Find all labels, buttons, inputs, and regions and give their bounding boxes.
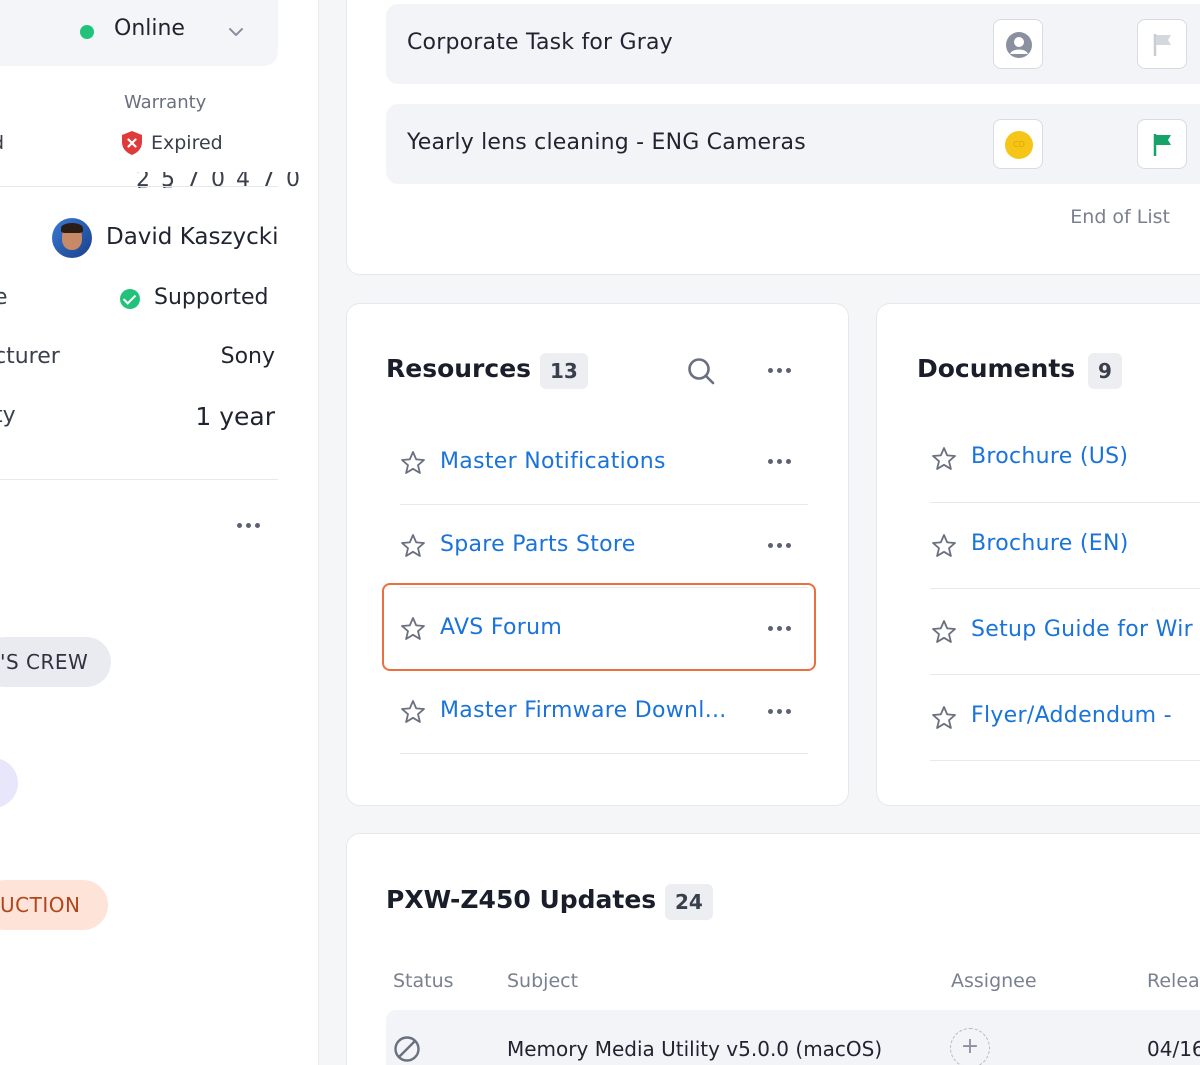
more-options-icon[interactable] <box>237 523 260 528</box>
update-subject[interactable]: Memory Media Utility v5.0.0 (macOS) <box>507 1037 882 1061</box>
resource-link[interactable]: Master Firmware Downl... <box>440 698 727 723</box>
divider <box>0 186 278 187</box>
star-icon[interactable] <box>931 705 957 731</box>
update-release-date: 04/16 <box>1147 1037 1200 1061</box>
column-header-assignee[interactable]: Assignee <box>951 970 1037 992</box>
document-link[interactable]: Brochure (EN) <box>971 531 1129 556</box>
updates-count-badge: 24 <box>665 884 713 920</box>
resources-more-icon[interactable] <box>768 368 791 373</box>
flag-outline-icon <box>1153 34 1171 56</box>
tag-label: UCTION <box>0 893 81 917</box>
documents-count-badge: 9 <box>1088 353 1122 389</box>
clipped-field-value: d <box>0 132 4 154</box>
item-more-icon[interactable] <box>768 459 791 464</box>
search-icon[interactable] <box>686 356 716 386</box>
star-icon[interactable] <box>400 699 426 725</box>
document-link[interactable]: Brochure (US) <box>971 444 1128 469</box>
manufacturer-label: cturer <box>0 344 60 369</box>
column-header-release[interactable]: Relea <box>1147 970 1200 992</box>
tag-pill[interactable] <box>0 758 18 808</box>
avatar <box>52 218 92 258</box>
document-link[interactable]: Flyer/Addendum - <box>971 703 1172 728</box>
owner-name[interactable]: David Kaszycki <box>106 224 279 250</box>
resources-count-badge: 13 <box>540 353 588 389</box>
flag-button[interactable] <box>1137 19 1187 69</box>
resources-title: Resources <box>386 354 532 383</box>
column-header-status[interactable]: Status <box>393 970 454 992</box>
star-icon[interactable] <box>931 533 957 559</box>
star-icon[interactable] <box>931 619 957 645</box>
add-assignee-icon[interactable]: + <box>950 1028 990 1065</box>
resource-link[interactable]: Master Notifications <box>440 449 666 474</box>
divider <box>0 479 278 480</box>
assignee-button[interactable]: CD <box>993 119 1043 169</box>
item-more-icon[interactable] <box>768 543 791 548</box>
assignee-button[interactable] <box>993 19 1043 69</box>
tag-label: 'S CREW <box>0 650 89 674</box>
resource-link[interactable]: Spare Parts Store <box>440 532 636 557</box>
asset-details-panel: Online Warranty d Expired 2 5 7 0 4 7 0 … <box>0 0 319 1065</box>
document-link[interactable]: Setup Guide for Wir <box>971 617 1193 642</box>
support-status: Supported <box>154 285 269 310</box>
updates-title: PXW-Z450 Updates <box>386 885 657 914</box>
online-status-dot <box>80 25 94 39</box>
star-icon[interactable] <box>400 533 426 559</box>
documents-title: Documents <box>917 354 1076 383</box>
end-of-list-label: End of List <box>1070 206 1170 228</box>
status-label[interactable]: Online <box>114 16 185 41</box>
task-title[interactable]: Yearly lens cleaning - ENG Cameras <box>407 130 806 155</box>
user-icon <box>1006 32 1032 58</box>
column-header-subject[interactable]: Subject <box>507 970 578 992</box>
warranty-duration-label: ty <box>0 403 16 428</box>
warranty-label: Warranty <box>124 92 207 113</box>
shield-x-icon <box>122 131 142 155</box>
chevron-down-icon[interactable] <box>226 22 246 42</box>
support-label: e <box>0 285 8 310</box>
item-more-icon[interactable] <box>768 709 791 714</box>
flag-green-icon <box>1153 134 1171 156</box>
task-title[interactable]: Corporate Task for Gray <box>407 30 673 55</box>
selection-highlight <box>382 583 816 671</box>
no-status-icon <box>394 1036 420 1062</box>
check-circle-icon <box>120 289 140 309</box>
manufacturer-value: Sony <box>220 344 275 369</box>
star-icon[interactable] <box>400 450 426 476</box>
flag-button[interactable] <box>1137 119 1187 169</box>
warranty-duration-value: 1 year <box>195 402 275 431</box>
assignee-avatar: CD <box>1005 131 1033 159</box>
star-icon[interactable] <box>931 446 957 472</box>
warranty-status: Expired <box>151 132 223 154</box>
